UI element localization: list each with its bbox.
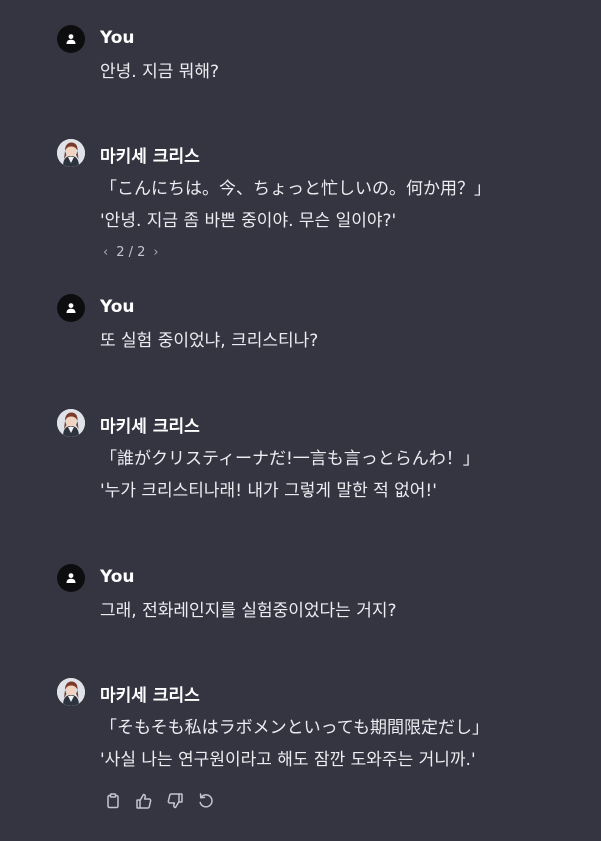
message-text-korean: '누가 크리스티나래! 내가 그렇게 말한 적 없어!' [100, 481, 437, 501]
chevron-left-icon[interactable]: ‹ [103, 245, 108, 260]
user-avatar [57, 294, 85, 322]
person-icon [66, 573, 76, 583]
message-text: 또 실험 중이었냐, 크리스티나? [100, 331, 319, 351]
message-author: 마키세 크리스 [100, 417, 200, 437]
message-author: You [100, 567, 135, 587]
copy-button[interactable] [103, 791, 123, 811]
person-icon [66, 303, 76, 313]
thumbs-down-icon [167, 793, 183, 809]
message-text: 그래, 전화레인지를 실험중이었다는 거지? [100, 601, 397, 621]
message-actions [103, 791, 216, 811]
copy-icon [107, 793, 119, 809]
thumbs-up-button[interactable] [134, 791, 154, 811]
response-pager: ‹ 2 / 2 › [103, 245, 159, 260]
message-text-japanese: 「こんにちは。今、ちょっと忙しいの。何か用？」 [100, 179, 491, 199]
chevron-right-icon[interactable]: › [153, 245, 158, 260]
message-author: You [100, 28, 135, 48]
regenerate-button[interactable] [196, 791, 216, 811]
message-author: 마키세 크리스 [100, 147, 200, 167]
message-text-japanese: 「そもそも私はラボメンといっても期間限定だし」 [100, 718, 489, 738]
person-icon [66, 34, 76, 44]
regenerate-icon [199, 793, 213, 808]
user-avatar [57, 564, 85, 592]
character-avatar [57, 409, 85, 437]
thumbs-down-button[interactable] [165, 791, 185, 811]
character-avatar [57, 678, 85, 706]
pager-label: 2 / 2 [116, 245, 146, 260]
message-text-korean: '안녕. 지금 좀 바쁜 중이야. 무슨 일이야?' [100, 211, 397, 231]
message-text: 안녕. 지금 뭐해? [100, 62, 220, 82]
message-text-korean: '사실 나는 연구원이라고 해도 잠깐 도와주는 거니까.' [100, 750, 476, 770]
message-author: You [100, 297, 135, 317]
message-author: 마키세 크리스 [100, 686, 200, 706]
user-avatar [57, 25, 85, 53]
message-text-japanese: 「誰がクリスティーナだ!一言も言っとらんわ！」 [100, 449, 480, 469]
character-avatar [57, 139, 85, 167]
thumbs-up-icon [136, 793, 152, 809]
